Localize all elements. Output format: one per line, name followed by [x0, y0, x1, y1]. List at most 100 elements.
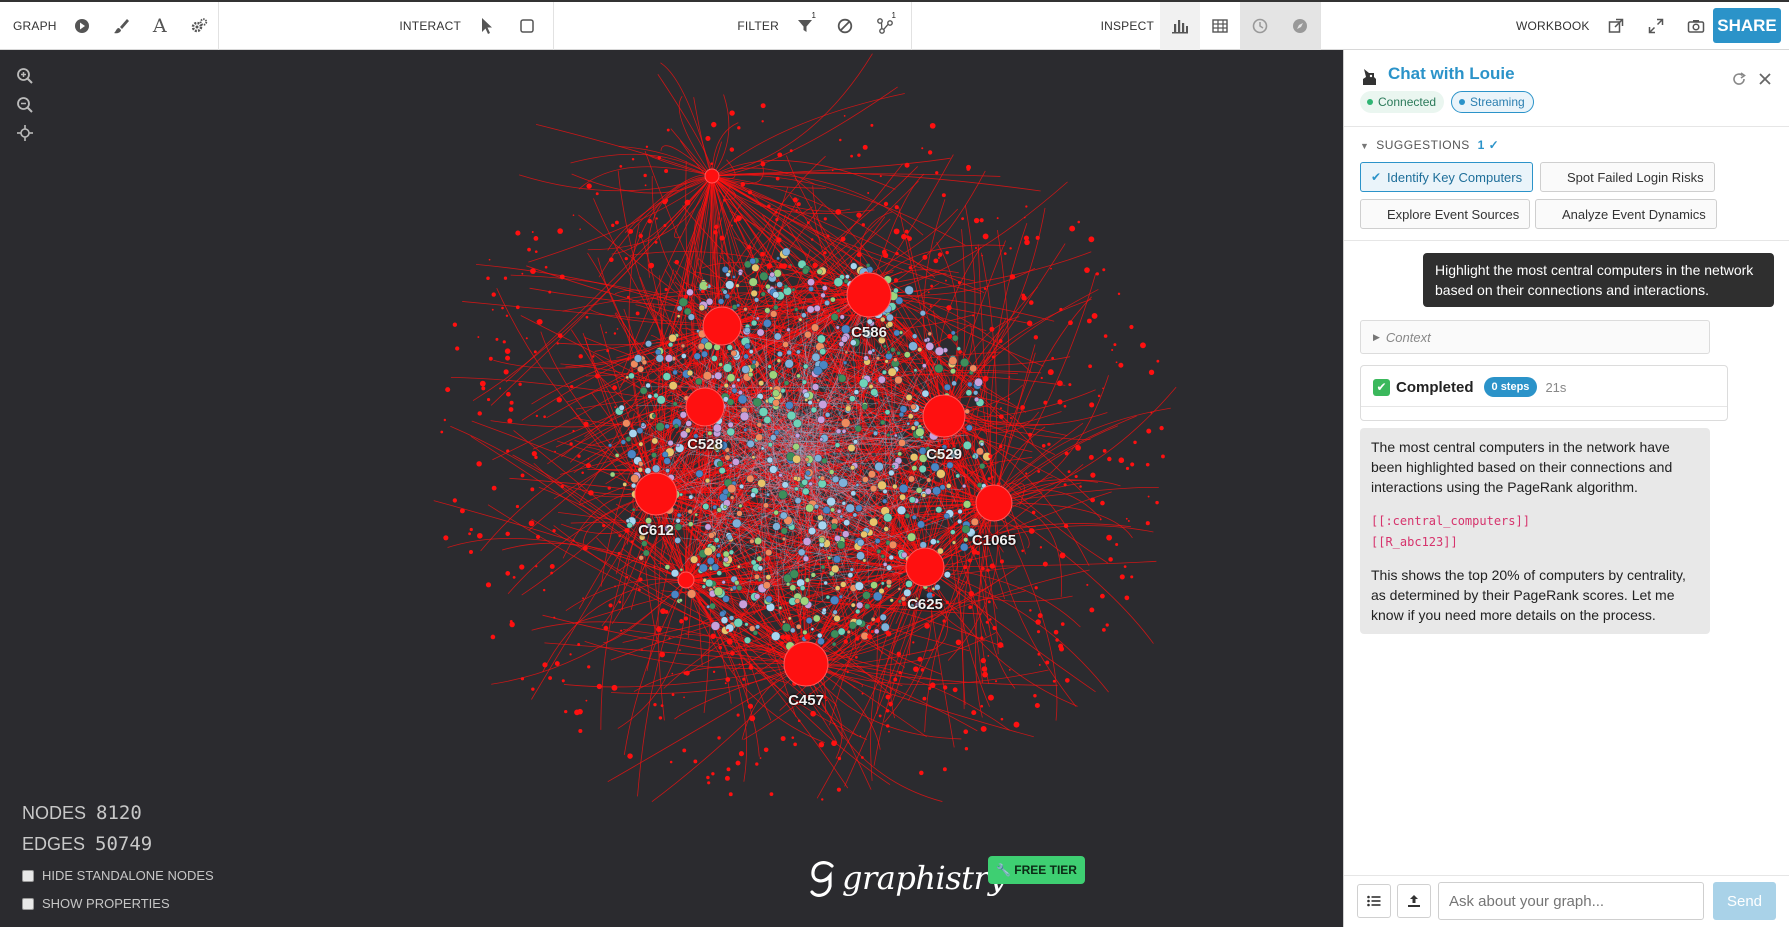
hide-standalone-toggle[interactable]: HIDE STANDALONE NODES: [22, 868, 214, 883]
font-icon[interactable]: A: [140, 2, 179, 50]
timebar-icon[interactable]: [1240, 2, 1280, 50]
context-label: Context: [1385, 329, 1431, 345]
upload-icon[interactable]: [1397, 884, 1431, 918]
suggestion-spot-failed-login-risks[interactable]: Spot Failed Login Risks: [1540, 162, 1715, 192]
node-label-c457[interactable]: C457: [788, 692, 824, 709]
play-icon[interactable]: [63, 2, 102, 50]
hub-node[interactable]: [634, 472, 678, 516]
node-label-c586[interactable]: C586: [851, 324, 887, 341]
hub-node[interactable]: [975, 484, 1013, 522]
external-link-icon[interactable]: [1596, 2, 1636, 50]
suggestion-label: Spot Failed Login Risks: [1567, 169, 1704, 185]
edges-value: 50749: [95, 833, 153, 855]
check-mark-icon: ✔: [1373, 378, 1390, 396]
free-tier-badge[interactable]: 🔧 FREE TIER: [988, 856, 1085, 884]
node-label-c529[interactable]: C529: [926, 446, 962, 463]
chat-input-bar: Send: [1344, 875, 1789, 927]
suggestion-analyze-event-dynamics[interactable]: Analyze Event Dynamics: [1535, 199, 1717, 229]
nodes-value: 8120: [96, 802, 142, 824]
compass-icon[interactable]: [1280, 2, 1320, 50]
graphistry-wordmark: graphistry: [842, 859, 1006, 897]
histogram-icon[interactable]: [1160, 2, 1200, 50]
chat-panel: Chat with Louie Connected Streaming ▼ SU…: [1343, 50, 1789, 927]
assistant-message: The most central computers in the networ…: [1360, 428, 1710, 634]
node-label-c1065[interactable]: C1065: [972, 532, 1016, 549]
network-graph[interactable]: [0, 50, 1343, 927]
inspect-group: INSPECT: [912, 2, 1321, 50]
list-icon[interactable]: [1357, 884, 1391, 918]
chat-input[interactable]: [1438, 882, 1704, 920]
inspect-label: INSPECT: [1100, 19, 1154, 33]
suggestion-identify-key-computers[interactable]: ✔ Identify Key Computers: [1360, 162, 1534, 192]
assistant-paragraph-2: This shows the top 20% of computers by c…: [1371, 567, 1686, 623]
panel-header: Chat with Louie Connected Streaming: [1344, 50, 1789, 127]
suggestions-header[interactable]: ▼ SUGGESTIONS 1 ✓: [1360, 138, 1499, 152]
graph-group: GRAPH A: [0, 2, 219, 50]
suggestion-label: Explore Event Sources: [1387, 206, 1520, 222]
hide-standalone-label: HIDE STANDALONE NODES: [42, 868, 214, 883]
share-button[interactable]: SHARE: [1713, 8, 1781, 43]
assistant-ref-central-computers[interactable]: [[:central_computers]]: [1371, 511, 1699, 532]
hub-node[interactable]: [702, 306, 742, 346]
node-label-c625[interactable]: C625: [907, 596, 943, 613]
context-toggle[interactable]: ▶ Context: [1360, 320, 1710, 354]
graph-label: GRAPH: [13, 19, 57, 33]
check-icon: ✔: [1371, 170, 1382, 184]
user-message: Highlight the most central computers in …: [1423, 253, 1774, 307]
hide-standalone-checkbox[interactable]: [22, 869, 34, 882]
box-select-icon[interactable]: [507, 2, 547, 50]
nodes-stat: NODES 8120: [22, 802, 142, 824]
table-icon[interactable]: [1200, 2, 1240, 50]
filter-group: FILTER 1 1: [554, 2, 912, 50]
louie-dog-icon: [1363, 69, 1376, 85]
cluster-icon[interactable]: 1: [865, 2, 905, 50]
suggestion-explore-event-sources[interactable]: Explore Event Sources: [1360, 199, 1531, 229]
fullscreen-icon[interactable]: [1636, 2, 1676, 50]
node-label-c612[interactable]: C612: [638, 522, 674, 539]
steps-badge: 0 steps: [1483, 377, 1538, 397]
wrench-icon: 🔧: [996, 863, 1011, 877]
close-icon[interactable]: [1754, 68, 1776, 90]
refresh-icon[interactable]: [1728, 68, 1750, 90]
show-properties-toggle[interactable]: SHOW PROPERTIES: [22, 896, 170, 911]
edges-stat: EDGES 50749: [22, 833, 152, 855]
graph-edges: [433, 53, 1177, 803]
elapsed-time: 21s: [1545, 379, 1567, 395]
filter-icon[interactable]: 1: [785, 2, 825, 50]
streaming-dot-icon: [1459, 99, 1465, 105]
suggestions-count: 1 ✓: [1477, 138, 1500, 152]
pointer-icon[interactable]: [467, 2, 507, 50]
suggestion-label: Identify Key Computers: [1387, 169, 1523, 185]
interact-label: INTERACT: [399, 19, 461, 33]
hub-node[interactable]: [677, 571, 695, 589]
connected-dot-icon: [1367, 99, 1373, 105]
workbook-label: WORKBOOK: [1516, 19, 1590, 33]
suggestion-label: Analyze Event Dynamics: [1562, 206, 1706, 222]
show-properties-checkbox[interactable]: [22, 897, 34, 910]
hub-node[interactable]: [846, 272, 892, 318]
exclude-icon[interactable]: [825, 2, 865, 50]
main-toolbar: GRAPH A INTERACT FILTER 1 1 INSPECT WORK…: [0, 0, 1789, 50]
settings-gears-icon[interactable]: [179, 2, 218, 50]
graphistry-g-icon: [810, 861, 834, 897]
send-button[interactable]: Send: [1713, 882, 1776, 920]
panel-title: Chat with Louie: [1388, 64, 1515, 83]
completed-card[interactable]: ✔ Completed 0 steps 21s: [1360, 365, 1728, 421]
suggestions-divider: [1344, 240, 1789, 241]
camera-icon[interactable]: [1676, 2, 1716, 50]
node-label-c528[interactable]: C528: [687, 436, 723, 453]
completed-row: ✔ Completed 0 steps 21s: [1373, 377, 1566, 397]
nodes-label: NODES: [22, 803, 87, 823]
assistant-ref-result[interactable]: [[R_abc123]]: [1371, 532, 1699, 553]
hub-node[interactable]: [922, 394, 966, 438]
hub-node[interactable]: [783, 641, 829, 687]
filter-label: FILTER: [737, 19, 779, 33]
caret-right-icon: ▶: [1373, 331, 1380, 342]
hub-node[interactable]: [704, 168, 720, 184]
brush-icon[interactable]: [102, 2, 141, 50]
edges-label: EDGES: [22, 834, 86, 854]
hub-node[interactable]: [905, 547, 945, 587]
hub-node[interactable]: [685, 387, 725, 427]
graph-canvas[interactable]: C586 C528 C529 C612 C1065 C625 C457 NODE…: [0, 50, 1343, 927]
cluster-count: 1: [891, 11, 896, 20]
